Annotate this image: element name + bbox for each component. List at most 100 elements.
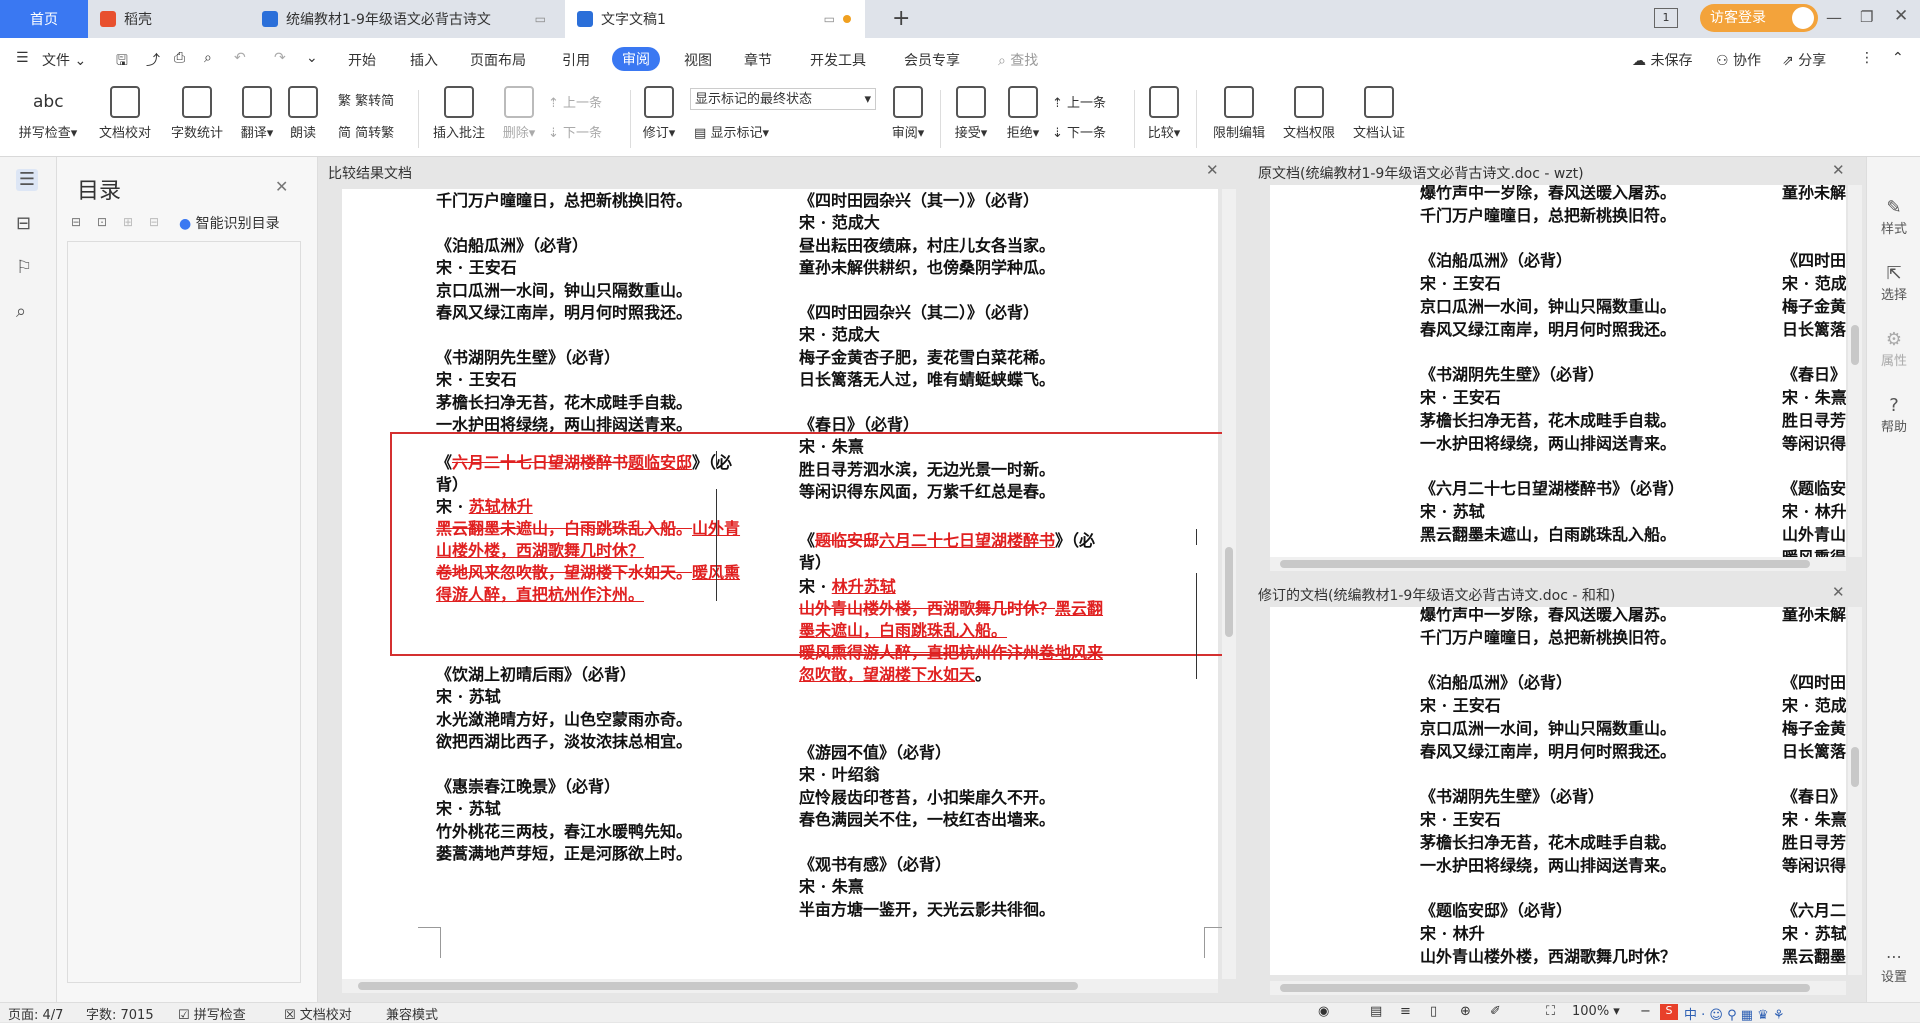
close-revised-icon[interactable]: ✕ xyxy=(1832,583,1845,601)
compare-button[interactable]: 比较▾ xyxy=(1142,86,1186,141)
revised-vertical-scrollbar[interactable] xyxy=(1848,607,1862,975)
print-icon[interactable]: ⎙ xyxy=(174,50,185,66)
save-icon[interactable]: 🖫 xyxy=(116,50,128,74)
read-aloud-button[interactable]: 朗读 xyxy=(284,86,322,141)
restore-icon[interactable]: ❐ xyxy=(1860,8,1873,26)
ime-status-icon[interactable]: 中 · ☺ ⚲ ▦ ♛ ⚘ xyxy=(1684,1004,1785,1023)
outline-view-icon[interactable]: ≡ xyxy=(1400,1004,1411,1019)
toc-collapse-icon[interactable]: ⊟ xyxy=(71,215,81,229)
undo-icon[interactable]: ↶ xyxy=(234,50,246,66)
select-button[interactable]: ⇱ 选择 xyxy=(1867,263,1920,303)
collapse-ribbon-icon[interactable]: ⌃ xyxy=(1892,50,1904,66)
scroll-thumb[interactable] xyxy=(358,982,1078,990)
web-view-icon[interactable]: ⊕ xyxy=(1460,1004,1471,1019)
prev-comment-button[interactable]: ⇡ 上一条 xyxy=(548,92,602,111)
next-change-button[interactable]: ⇣ 下一条 xyxy=(1052,122,1106,141)
compare-vertical-scrollbar[interactable] xyxy=(1222,189,1236,979)
smart-toc-button[interactable]: ● 智能识别目录 xyxy=(179,213,280,233)
tab-monitor-icon[interactable]: ▭ xyxy=(535,12,546,26)
scroll-thumb[interactable] xyxy=(1225,547,1233,637)
window-layout-icon[interactable]: 1 xyxy=(1654,8,1678,28)
search-icon[interactable]: ⌕ xyxy=(16,301,38,323)
menu-member[interactable]: 会员专享 xyxy=(904,50,960,70)
nav-pane-icon[interactable]: ⊟ xyxy=(16,213,38,235)
markup-mode-select[interactable]: 显示标记的最终状态 ▾ xyxy=(690,88,876,110)
close-window-icon[interactable]: ✕ xyxy=(1894,6,1908,26)
menu-chapter[interactable]: 章节 xyxy=(744,50,772,70)
zoom-select[interactable]: 100% ▾ xyxy=(1572,1004,1620,1019)
spellcheck-button[interactable]: abc 拼写检查▾ xyxy=(12,86,84,141)
original-vertical-scrollbar[interactable] xyxy=(1848,185,1862,557)
insert-comment-button[interactable]: 插入批注 xyxy=(428,86,490,141)
toc-expand-icon[interactable]: ⊡ xyxy=(97,215,107,229)
accept-button[interactable]: 接受▾ xyxy=(948,86,994,141)
menu-review[interactable]: 审阅 xyxy=(612,47,660,71)
fit-page-icon[interactable]: ⛶ xyxy=(1546,1004,1555,1019)
collab-button[interactable]: ⚇ 协作 xyxy=(1716,50,1761,70)
to-traditional-button[interactable]: 繁 繁转简 xyxy=(338,90,394,109)
scroll-thumb[interactable] xyxy=(1851,747,1859,787)
bookmark-icon[interactable]: ⚐ xyxy=(16,257,38,279)
settings-button[interactable]: ⋯ 设置 xyxy=(1867,947,1920,985)
close-compare-icon[interactable]: ✕ xyxy=(1206,161,1219,179)
print-preview-icon[interactable]: ⌕ xyxy=(204,50,212,66)
style-button[interactable]: ✎ 样式 xyxy=(1867,197,1920,237)
search-box[interactable]: ⌕ 查找 xyxy=(998,50,1038,70)
status-spellcheck[interactable]: ☑ 拼写检查 xyxy=(178,1004,246,1023)
menu-page-layout[interactable]: 页面布局 xyxy=(470,50,526,70)
quick-access-chevron-icon[interactable]: ⌄ xyxy=(306,50,318,66)
translate-button[interactable]: 翻译▾ xyxy=(234,86,280,141)
next-comment-button[interactable]: ⇣ 下一条 xyxy=(548,122,602,141)
doc-cert-button[interactable]: 文档认证 xyxy=(1346,86,1412,141)
prev-change-button[interactable]: ⇡ 上一条 xyxy=(1052,92,1106,111)
reject-button[interactable]: 拒绝▾ xyxy=(1000,86,1046,141)
review-pane-button[interactable]: 审阅▾ xyxy=(886,86,930,141)
share-button[interactable]: ⇗ 分享 xyxy=(1782,50,1826,70)
tab-monitor-icon[interactable]: ▭ xyxy=(824,12,835,26)
doc-rights-button[interactable]: 文档权限 xyxy=(1276,86,1342,141)
scroll-thumb[interactable] xyxy=(1280,984,1810,992)
toc-icon[interactable]: ☰ xyxy=(16,169,38,191)
minimize-icon[interactable]: — xyxy=(1826,8,1842,27)
eye-protection-icon[interactable]: ◉ xyxy=(1318,1004,1329,1019)
revised-horizontal-scrollbar[interactable] xyxy=(1270,981,1846,995)
tab-daoke[interactable]: 稻壳 xyxy=(88,0,248,38)
pen-icon[interactable]: ✐ xyxy=(1490,1004,1501,1019)
ime-sogou-icon[interactable]: S xyxy=(1660,1004,1678,1020)
unsaved-status[interactable]: ☁ 未保存 xyxy=(1632,50,1692,70)
menu-dev-tools[interactable]: 开发工具 xyxy=(810,50,866,70)
hamburger-icon[interactable]: ☰ xyxy=(16,50,29,66)
doc-proof-button[interactable]: 文档校对 xyxy=(90,86,160,141)
restrict-edit-button[interactable]: 限制编辑 xyxy=(1206,86,1272,141)
revise-button[interactable]: 修订▾ xyxy=(636,86,682,141)
tab-home[interactable]: 首页 xyxy=(0,0,88,38)
original-horizontal-scrollbar[interactable] xyxy=(1270,557,1846,571)
help-button[interactable]: ? 帮助 xyxy=(1867,395,1920,435)
word-count-indicator[interactable]: 字数: 7015 xyxy=(86,1004,154,1023)
show-markup-button[interactable]: ▤ 显示标记▾ xyxy=(694,122,769,141)
menu-start[interactable]: 开始 xyxy=(348,50,376,70)
read-view-icon[interactable]: ▯ xyxy=(1430,1004,1437,1019)
scroll-thumb[interactable] xyxy=(1280,560,1810,568)
tab-doc-new[interactable]: 文字文稿1 ▭ xyxy=(565,0,865,38)
close-original-icon[interactable]: ✕ xyxy=(1832,161,1845,179)
page-indicator[interactable]: 页面: 4/7 xyxy=(8,1004,63,1023)
delete-comment-button[interactable]: 删除▾ xyxy=(496,86,542,141)
new-tab-plus-icon[interactable]: + xyxy=(892,6,910,31)
export-icon[interactable]: ⤴ xyxy=(146,50,160,70)
guest-login-button[interactable]: 访客登录 xyxy=(1700,4,1818,32)
compare-horizontal-scrollbar[interactable] xyxy=(342,979,1218,993)
tab-doc-compiled[interactable]: 统编教材1-9年级语文必背古诗文 ▭ xyxy=(250,0,560,38)
zoom-out-icon[interactable]: − xyxy=(1640,1004,1651,1019)
menu-references[interactable]: 引用 xyxy=(562,50,590,70)
properties-button[interactable]: ⚙ 属性 xyxy=(1867,329,1920,369)
redo-icon[interactable]: ↷ xyxy=(274,50,286,66)
word-count-button[interactable]: 字数统计 xyxy=(164,86,230,141)
scroll-thumb[interactable] xyxy=(1851,325,1859,365)
toc-remove-icon[interactable]: ⊟ xyxy=(149,215,159,229)
file-menu[interactable]: 文件 ⌄ xyxy=(42,50,86,70)
close-toc-icon[interactable]: ✕ xyxy=(275,177,288,196)
status-doc-proof[interactable]: ☒ 文档校对 xyxy=(284,1004,352,1023)
page-view-icon[interactable]: ▤ xyxy=(1370,1004,1382,1019)
menu-view[interactable]: 视图 xyxy=(684,50,712,70)
